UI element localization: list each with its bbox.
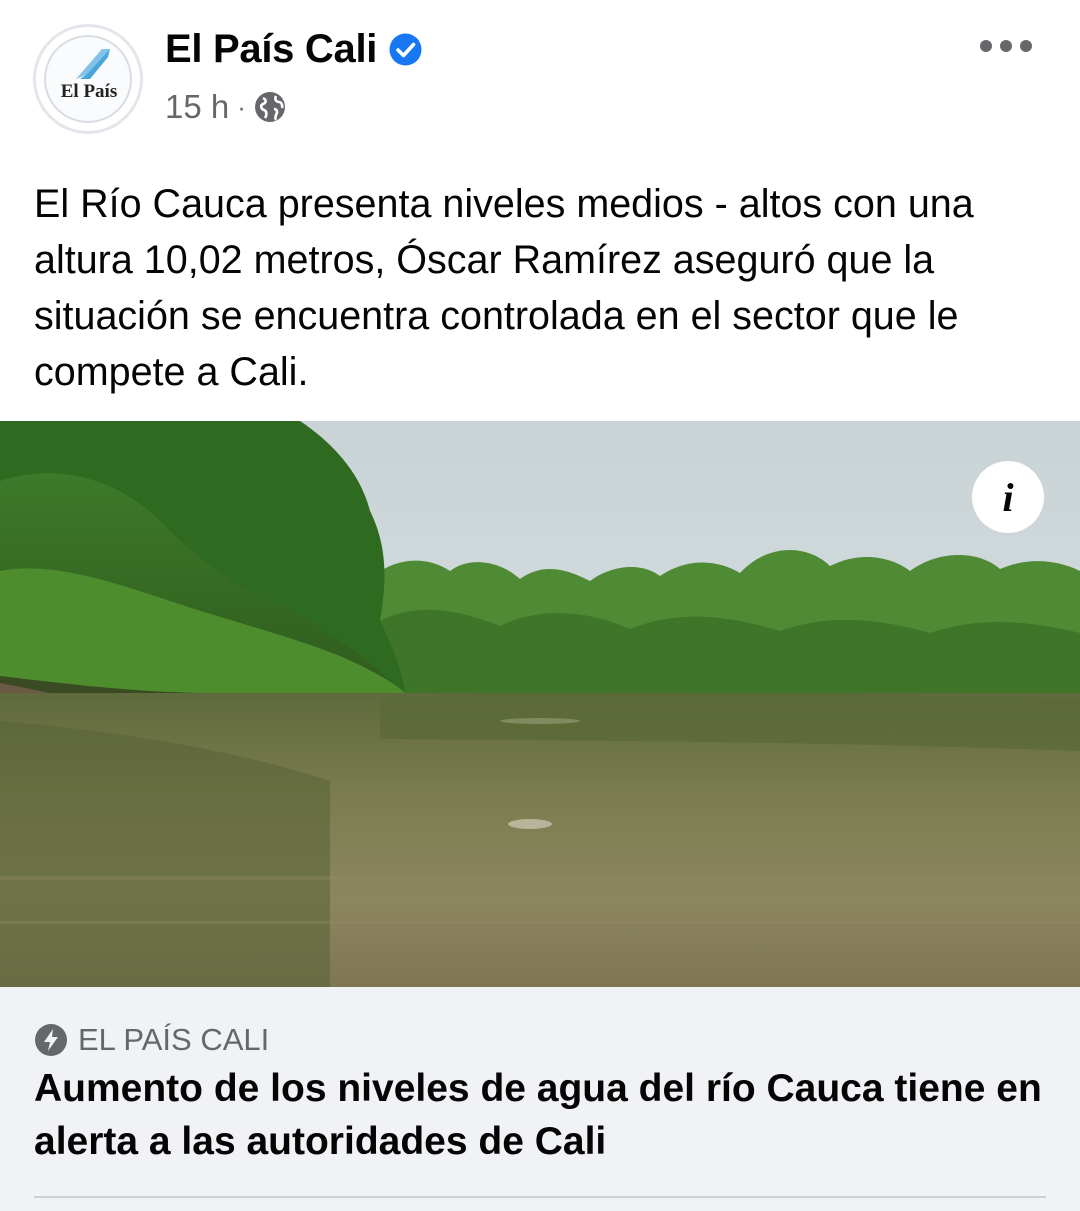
link-source-name: EL PAÍS CALI	[78, 1022, 270, 1057]
post-header: El País El País Cali 15 h ·	[0, 0, 1080, 150]
timestamp[interactable]: 15 h	[165, 88, 229, 126]
globe-icon	[254, 92, 285, 122]
page-avatar[interactable]: El País	[33, 24, 143, 134]
page-name[interactable]: El País Cali	[165, 27, 377, 72]
river-photo	[0, 421, 1080, 987]
photo-info-button[interactable]: i	[972, 461, 1044, 533]
divider	[34, 1196, 1046, 1198]
info-icon: i	[1002, 474, 1014, 520]
more-dot	[1000, 40, 1012, 52]
post-text: El Río Cauca presenta niveles medios - a…	[34, 182, 974, 394]
more-options-icon[interactable]	[980, 34, 1032, 58]
page-name-row: El País Cali	[165, 26, 422, 72]
link-headline[interactable]: Aumento de los niveles de agua del río C…	[34, 1062, 1054, 1168]
more-dot	[1020, 40, 1032, 52]
link-source: EL PAÍS CALI	[34, 1022, 269, 1058]
avatar-logo-text: El País	[60, 81, 118, 102]
meta-separator: ·	[237, 91, 246, 122]
more-dot	[980, 40, 992, 52]
post-photo[interactable]	[0, 421, 1080, 987]
post-meta: 15 h ·	[165, 88, 286, 126]
bolt-icon	[35, 1024, 67, 1056]
el-pais-logo-icon	[76, 49, 110, 79]
verified-badge-icon	[389, 33, 422, 65]
